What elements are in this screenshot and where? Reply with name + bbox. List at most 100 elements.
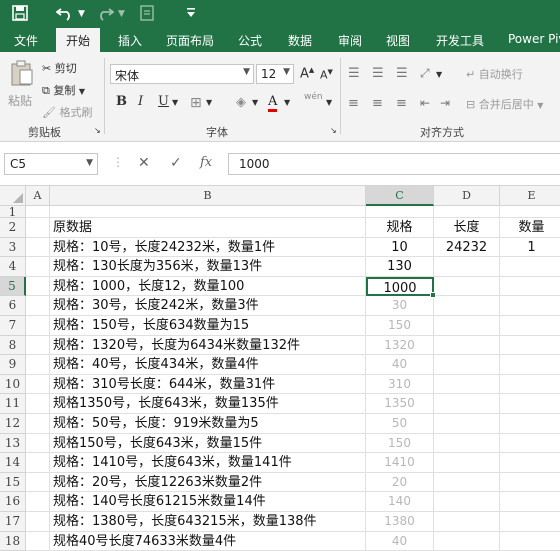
cell-e8[interactable] [500, 336, 560, 356]
align-bottom-icon[interactable]: ☰ [396, 66, 408, 81]
align-center-icon[interactable]: ≡ [372, 96, 383, 111]
cell-a7[interactable] [26, 316, 50, 336]
tab-developer[interactable]: 开发工具 [436, 32, 484, 49]
formula-input[interactable]: 1000 [228, 153, 560, 175]
row-header-5[interactable]: 5 [0, 276, 26, 297]
cell-b15[interactable]: 规格：20号，长度12263米数量2件 [50, 472, 366, 493]
touch-mode-icon[interactable] [140, 5, 154, 25]
cell-a1[interactable] [26, 206, 50, 218]
cell-e5[interactable] [500, 277, 560, 297]
tab-formulas[interactable]: 公式 [238, 32, 262, 49]
cell-e15[interactable] [500, 473, 560, 493]
cell-b13[interactable]: 规格150号，长度643米，数量15件 [50, 433, 366, 454]
border-icon[interactable]: ⊞ [190, 95, 202, 111]
cell-d18[interactable] [434, 531, 500, 551]
row-header-2[interactable]: 2 [0, 218, 26, 238]
row-header-1[interactable]: 1 [0, 206, 26, 218]
cell-d3[interactable]: 24232 [434, 237, 500, 258]
cell-a5[interactable] [26, 276, 50, 297]
paste-icon[interactable] [10, 60, 34, 90]
cell-c12[interactable]: 50 [366, 414, 434, 434]
cell-b4[interactable]: 规格：130长度为356米，数量13件 [50, 257, 366, 277]
cell-c5[interactable]: 1000 [366, 276, 434, 297]
cell-a2[interactable] [26, 218, 50, 238]
cell-d17[interactable] [434, 512, 500, 532]
customize-icon[interactable] [186, 7, 196, 22]
cell-a15[interactable] [26, 472, 50, 493]
tab-data[interactable]: 数据 [288, 32, 312, 49]
cell-d16[interactable] [434, 492, 500, 512]
cell-b5[interactable]: 规格：1000，长度12，数量100 [50, 276, 366, 297]
align-top-icon[interactable]: ☰ [348, 66, 360, 81]
tab-home[interactable]: 开始 [56, 28, 101, 52]
cell-d10[interactable] [434, 374, 500, 395]
cell-e2[interactable]: 数量 [500, 218, 560, 238]
cell-a6[interactable] [26, 296, 50, 316]
cell-c10[interactable]: 310 [366, 374, 434, 395]
name-box[interactable]: C5 ▼ [4, 153, 98, 175]
row-header-8[interactable]: 8 [0, 335, 26, 356]
cell-b9[interactable]: 规格：40号，长度434米，数量4件 [50, 355, 366, 375]
cell-c16[interactable]: 140 [366, 492, 434, 512]
cell-d4[interactable] [434, 257, 500, 277]
font-launcher-icon[interactable]: ↘ [330, 126, 337, 135]
redo-icon[interactable] [96, 5, 115, 25]
cell-b3[interactable]: 规格：10号，长度24232米，数量1件 [50, 237, 366, 258]
row-header-14[interactable]: 14 [0, 453, 26, 473]
cell-e13[interactable] [500, 434, 560, 454]
cell-b6[interactable]: 规格：30号，长度242米，数量3件 [50, 296, 366, 316]
cut-button[interactable]: ✂ 剪切 [42, 60, 77, 76]
fill-dropdown-icon[interactable]: ▼ [252, 98, 258, 107]
row-header-12[interactable]: 12 [0, 414, 26, 434]
row-header-6[interactable]: 6 [0, 296, 26, 316]
cell-d2[interactable]: 长度 [434, 218, 500, 238]
clipboard-launcher-icon[interactable]: ↘ [94, 126, 101, 135]
wrap-text-button[interactable]: ↵ 自动换行 [466, 66, 523, 82]
cell-c18[interactable]: 40 [366, 531, 434, 551]
row-header-18[interactable]: 18 [0, 531, 26, 551]
cell-a12[interactable] [26, 414, 50, 434]
border-dropdown-icon[interactable]: ▼ [206, 98, 212, 107]
cell-a9[interactable] [26, 355, 50, 375]
undo-icon[interactable] [55, 5, 74, 25]
row-header-15[interactable]: 15 [0, 472, 26, 493]
undo-dropdown-icon[interactable]: ▼ [78, 9, 85, 19]
cell-a18[interactable] [26, 531, 50, 551]
cell-e1[interactable] [500, 206, 560, 218]
align-right-icon[interactable]: ≡ [396, 96, 407, 111]
cell-c11[interactable]: 1350 [366, 394, 434, 414]
row-header-13[interactable]: 13 [0, 433, 26, 454]
row-header-10[interactable]: 10 [0, 374, 26, 395]
cell-d8[interactable] [434, 335, 500, 356]
tab-view[interactable]: 视图 [386, 32, 410, 49]
format-painter-button[interactable]: 🖌 格式刷 [42, 104, 92, 120]
cell-c14[interactable]: 1410 [366, 453, 434, 473]
cell-b18[interactable]: 规格40号长度74633米数量4件 [50, 531, 366, 551]
tab-review[interactable]: 审阅 [338, 32, 362, 49]
underline-button[interactable]: U [158, 94, 169, 109]
cell-b2[interactable]: 原数据 [50, 218, 366, 238]
enter-icon[interactable]: ✓ [170, 155, 182, 171]
column-header-c[interactable]: C [366, 186, 434, 206]
tab-page-layout[interactable]: 页面布局 [166, 32, 214, 49]
cell-c9[interactable]: 40 [366, 355, 434, 375]
cell-e12[interactable] [500, 414, 560, 434]
row-header-16[interactable]: 16 [0, 492, 26, 512]
cell-d13[interactable] [434, 433, 500, 454]
cell-c3[interactable]: 10 [366, 237, 434, 258]
grow-font-button[interactable]: A▲ [300, 66, 314, 81]
tab-insert[interactable]: 插入 [118, 32, 142, 49]
font-name-select[interactable]: 宋体 ▼ [110, 64, 254, 84]
cell-b7[interactable]: 规格：150号，长度634数量为15 [50, 316, 366, 336]
cell-e14[interactable] [500, 453, 560, 473]
bold-button[interactable]: B [116, 94, 127, 109]
save-icon[interactable] [12, 5, 28, 25]
cell-d6[interactable] [434, 296, 500, 316]
fill-handle[interactable] [430, 292, 436, 299]
cell-a11[interactable] [26, 394, 50, 414]
column-header-a[interactable]: A [26, 186, 50, 206]
row-header-7[interactable]: 7 [0, 316, 26, 336]
cell-c13[interactable]: 150 [366, 433, 434, 454]
row-header-17[interactable]: 17 [0, 512, 26, 532]
align-middle-icon[interactable]: ☰ [372, 66, 384, 81]
